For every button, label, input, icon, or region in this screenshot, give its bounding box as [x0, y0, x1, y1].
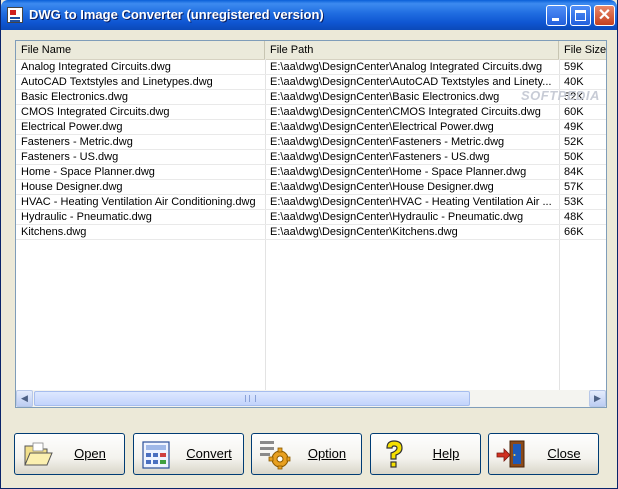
- minimize-button[interactable]: [546, 5, 567, 26]
- convert-button[interactable]: Convert: [133, 433, 244, 475]
- open-button[interactable]: Open: [14, 433, 125, 475]
- file-size-cell: 53K: [564, 196, 584, 208]
- list-row[interactable]: Home - Space Planner.dwg E:\aa\dwg\Design…: [16, 165, 606, 180]
- file-size-cell: 52K: [564, 136, 584, 148]
- exit-door-icon: [496, 440, 525, 468]
- file-size-cell: 59K: [564, 61, 584, 73]
- file-name-cell: Home - Space Planner.dwg: [21, 166, 155, 178]
- file-name-cell: Hydraulic - Pneumatic.dwg: [21, 211, 152, 223]
- list-rows: Analog Integrated Circuits.dwg E:\aa\dwg\…: [16, 60, 606, 240]
- thumb-grip-icon: [245, 395, 256, 402]
- file-size-cell: 49K: [564, 121, 584, 133]
- app-icon: [7, 7, 23, 23]
- file-name-cell: CMOS Integrated Circuits.dwg: [21, 106, 170, 118]
- file-path-cell: E:\aa\dwg\DesignCenter\Analog Integrated…: [270, 61, 543, 73]
- file-size-cell: 84K: [564, 166, 584, 178]
- window-title: DWG to Image Converter (unregistered ver…: [29, 7, 324, 22]
- list-row[interactable]: HVAC - Heating Ventilation Air Condition…: [16, 195, 606, 210]
- list-row[interactable]: Analog Integrated Circuits.dwg E:\aa\dwg\…: [16, 60, 606, 75]
- column-header-file-size[interactable]: File Size: [559, 41, 606, 59]
- file-path-cell: E:\aa\dwg\DesignCenter\House Designer.dw…: [270, 181, 494, 193]
- folder-open-icon: [24, 442, 53, 466]
- file-path-cell: E:\aa\dwg\DesignCenter\AutoCAD Textstyle…: [270, 76, 552, 88]
- maximize-button[interactable]: [570, 5, 591, 26]
- file-path-cell: E:\aa\dwg\DesignCenter\Home - Space Plan…: [270, 166, 527, 178]
- main-window: DWG to Image Converter (unregistered ver…: [0, 0, 618, 489]
- column-header-file-name[interactable]: File Name: [16, 41, 265, 59]
- file-name-cell: AutoCAD Textstyles and Linetypes.dwg: [21, 76, 213, 88]
- list-row[interactable]: Electrical Power.dwg E:\aa\dwg\DesignCent…: [16, 120, 606, 135]
- calculator-icon: [142, 441, 170, 469]
- list-row[interactable]: House Designer.dwg E:\aa\dwg\DesignCenter…: [16, 180, 606, 195]
- file-name-cell: Electrical Power.dwg: [21, 121, 123, 133]
- file-path-cell: E:\aa\dwg\DesignCenter\HVAC - Heating Ve…: [270, 196, 552, 208]
- file-name-cell: Analog Integrated Circuits.dwg: [21, 61, 171, 73]
- watermark: SOFTPEDIA: [521, 88, 600, 103]
- list-row[interactable]: Fasteners - US.dwg E:\aa\dwg\DesignCenter…: [16, 150, 606, 165]
- list-row[interactable]: Kitchens.dwg E:\aa\dwg\DesignCenter\Kitch…: [16, 225, 606, 240]
- close-window-button[interactable]: ✕: [594, 5, 615, 26]
- file-path-cell: E:\aa\dwg\DesignCenter\Fasteners - Metri…: [270, 136, 505, 148]
- file-path-cell: E:\aa\dwg\DesignCenter\Electrical Power.…: [270, 121, 494, 133]
- maximize-icon: [575, 10, 586, 21]
- file-path-cell: E:\aa\dwg\DesignCenter\Hydraulic - Pneum…: [270, 211, 524, 223]
- file-path-cell: E:\aa\dwg\DesignCenter\Basic Electronics…: [270, 91, 500, 103]
- list-row[interactable]: CMOS Integrated Circuits.dwg E:\aa\dwg\De…: [16, 105, 606, 120]
- gear-icon: [260, 441, 291, 470]
- column-header-file-path[interactable]: File Path: [265, 41, 559, 59]
- file-size-cell: 48K: [564, 211, 584, 223]
- file-list[interactable]: File Name File Path File Size Analog Int…: [15, 40, 607, 408]
- option-button-label: Option: [307, 446, 347, 461]
- file-name-cell: Basic Electronics.dwg: [21, 91, 128, 103]
- file-name-cell: Fasteners - US.dwg: [21, 151, 119, 163]
- file-size-cell: 50K: [564, 151, 584, 163]
- help-button-label: Help: [432, 446, 460, 461]
- file-name-cell: HVAC - Heating Ventilation Air Condition…: [21, 196, 256, 208]
- list-row[interactable]: Fasteners - Metric.dwg E:\aa\dwg\DesignCe…: [16, 135, 606, 150]
- file-size-cell: 57K: [564, 181, 584, 193]
- close-button[interactable]: Close: [488, 433, 599, 475]
- horizontal-scrollbar[interactable]: ◀ ▶: [16, 390, 606, 407]
- list-row[interactable]: Basic Electronics.dwg E:\aa\dwg\DesignCen…: [16, 90, 606, 105]
- scrollbar-thumb[interactable]: [34, 391, 470, 406]
- list-row[interactable]: Hydraulic - Pneumatic.dwg E:\aa\dwg\Desig…: [16, 210, 606, 225]
- title-bar[interactable]: DWG to Image Converter (unregistered ver…: [1, 0, 617, 30]
- list-header: File Name File Path File Size: [16, 41, 606, 60]
- close-button-label: Close: [547, 446, 581, 461]
- file-name-cell: Kitchens.dwg: [21, 226, 87, 238]
- file-size-cell: 66K: [564, 226, 584, 238]
- convert-button-label: Convert: [186, 446, 232, 461]
- option-button[interactable]: Option: [251, 433, 362, 475]
- scroll-left-button[interactable]: ◀: [16, 390, 33, 407]
- help-button[interactable]: Help: [370, 433, 481, 475]
- file-path-cell: E:\aa\dwg\DesignCenter\Kitchens.dwg: [270, 226, 458, 238]
- file-size-cell: 40K: [564, 76, 584, 88]
- minimize-icon: [552, 18, 559, 21]
- close-icon: ✕: [597, 7, 612, 24]
- file-path-cell: E:\aa\dwg\DesignCenter\Fasteners - US.dw…: [270, 151, 490, 163]
- file-path-cell: E:\aa\dwg\DesignCenter\CMOS Integrated C…: [270, 106, 541, 118]
- question-mark-icon: [386, 440, 403, 468]
- file-size-cell: 60K: [564, 106, 584, 118]
- open-button-label: Open: [74, 446, 106, 461]
- scroll-right-button[interactable]: ▶: [589, 390, 606, 407]
- file-name-cell: Fasteners - Metric.dwg: [21, 136, 133, 148]
- file-name-cell: House Designer.dwg: [21, 181, 123, 193]
- list-row[interactable]: AutoCAD Textstyles and Linetypes.dwg E:\a…: [16, 75, 606, 90]
